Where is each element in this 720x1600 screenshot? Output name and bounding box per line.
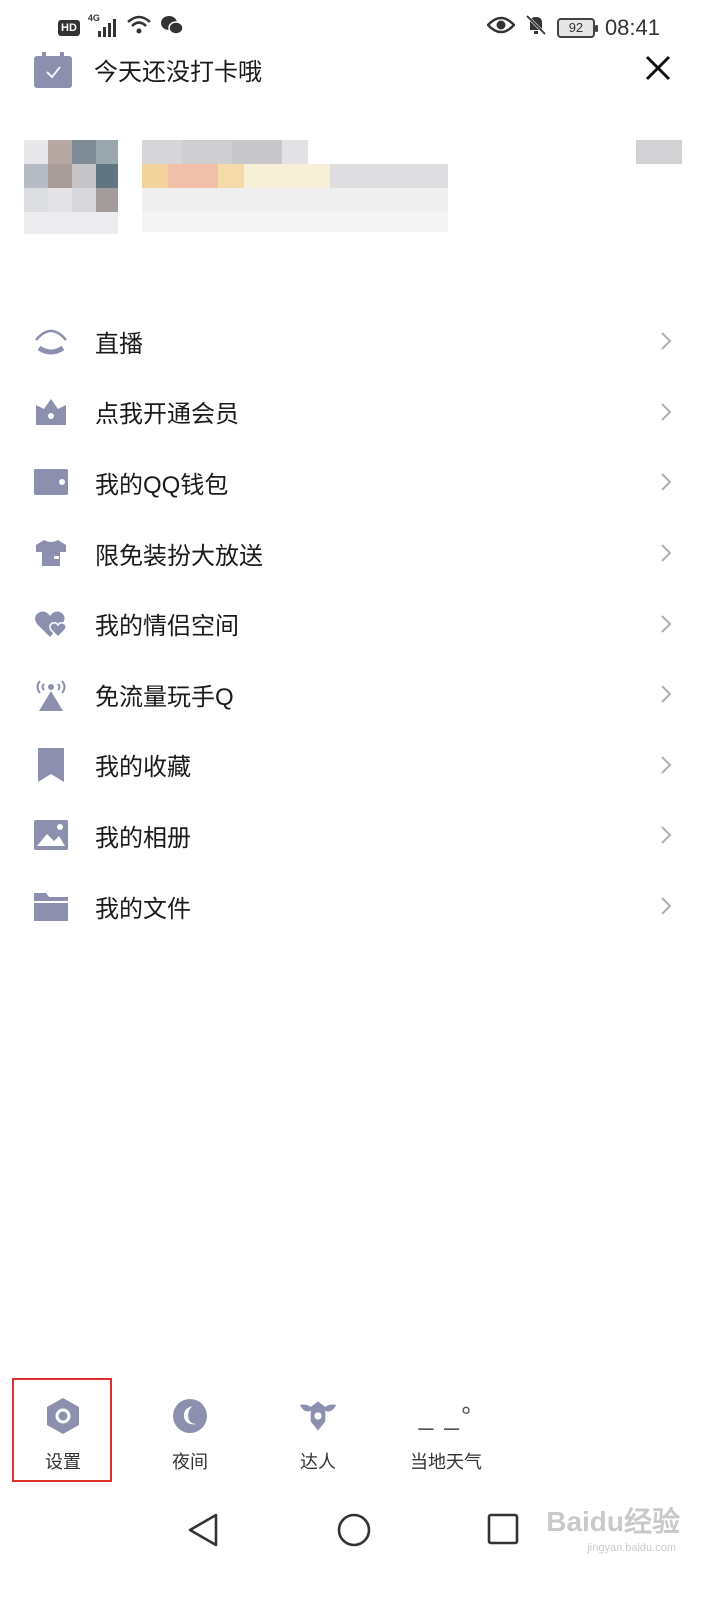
recents-square-icon xyxy=(487,1513,519,1545)
menu-item-label: 我的情侣空间 xyxy=(95,613,239,641)
home-button[interactable] xyxy=(336,1512,372,1553)
recents-button[interactable] xyxy=(486,1512,520,1551)
checkin-text: 今天还没打卡哦 xyxy=(94,59,262,86)
watermark-brand: Baidu经验 xyxy=(546,1506,680,1537)
moon-icon xyxy=(170,1396,210,1436)
close-icon xyxy=(645,55,671,81)
menu-item-label: 免流量玩手Q xyxy=(95,683,234,711)
menu-item-label: 限免装扮大放送 xyxy=(95,542,263,570)
menu-item-files[interactable]: 我的文件 xyxy=(0,871,720,942)
wechat-icon xyxy=(160,14,184,41)
status-right: 92 08:41 xyxy=(486,14,660,41)
chevron-right-icon xyxy=(661,614,672,633)
weather-icon: _ _° xyxy=(416,1396,476,1436)
status-left: HD 4G xyxy=(58,13,184,41)
wifi-icon xyxy=(126,14,152,41)
menu-item-free-data[interactable]: 免流量玩手Q xyxy=(0,659,720,730)
chevron-right-icon xyxy=(661,473,672,492)
chevron-right-icon xyxy=(661,544,672,562)
menu-item-live[interactable]: 直播 xyxy=(0,306,720,377)
chevron-right-icon xyxy=(661,897,672,915)
talent-badge-icon xyxy=(298,1396,338,1436)
clock: 08:41 xyxy=(604,14,660,40)
mute-bell-icon xyxy=(525,14,547,41)
settings-label: 设置 xyxy=(45,1452,81,1472)
home-circle-icon xyxy=(337,1513,371,1547)
menu-item-label: 我的文件 xyxy=(95,895,191,923)
watermark-url: jingyan.baidu.com xyxy=(587,1542,676,1554)
tshirt-icon xyxy=(34,536,68,570)
menu-item-label: 我的收藏 xyxy=(95,754,191,782)
menu-item-membership[interactable]: 点我开通会员 xyxy=(0,377,720,448)
menu-item-wallet[interactable]: 我的QQ钱包 xyxy=(0,447,720,518)
night-mode-label: 夜间 xyxy=(172,1452,208,1472)
menu-item-label: 我的QQ钱包 xyxy=(95,471,229,499)
chevron-right-icon xyxy=(661,756,672,774)
menu-item-album[interactable]: 我的相册 xyxy=(0,800,720,871)
night-mode-button[interactable]: 夜间 xyxy=(140,1378,240,1484)
settings-icon xyxy=(43,1396,83,1436)
settings-button[interactable]: 设置 xyxy=(13,1378,113,1484)
close-button[interactable] xyxy=(638,48,678,88)
network-type-label: 4G xyxy=(87,12,100,23)
profile-card-blurred[interactable] xyxy=(24,138,684,238)
weather-button[interactable]: _ _° 当地天气 xyxy=(396,1378,496,1484)
profile-corner-blurred xyxy=(636,140,682,164)
bookmark-icon xyxy=(34,747,68,782)
menu-item-couple-space[interactable]: 我的情侣空间 xyxy=(0,588,720,659)
calendar-check-icon xyxy=(34,52,72,93)
weather-label: 当地天气 xyxy=(410,1452,482,1472)
menu-item-dressup[interactable]: 限免装扮大放送 xyxy=(0,518,720,589)
menu-item-label: 点我开通会员 xyxy=(95,401,239,429)
weather-value: _ _° xyxy=(418,1400,474,1431)
image-icon xyxy=(34,818,68,852)
menu-item-label: 直播 xyxy=(95,330,143,358)
menu-list: 直播 点我开通会员 我的QQ钱包 限免装扮大放送 我的情侣空间 免流量玩手Q 我… xyxy=(0,306,720,941)
back-triangle-icon xyxy=(188,1513,218,1547)
talent-label: 达人 xyxy=(300,1452,336,1472)
live-icon xyxy=(34,324,68,358)
chevron-right-icon xyxy=(661,332,672,351)
chevron-right-icon xyxy=(661,403,672,421)
bottom-action-bar: 设置 夜间 达人 _ _° 当地天气 xyxy=(0,1378,720,1484)
chevron-right-icon xyxy=(661,685,672,703)
back-button[interactable] xyxy=(186,1512,220,1553)
hd-badge: HD xyxy=(58,19,80,36)
membership-crown-icon xyxy=(34,395,68,429)
signal-icon: 4G xyxy=(88,13,118,39)
eye-icon xyxy=(486,15,516,40)
chevron-right-icon xyxy=(661,826,672,845)
battery-indicator: 92 xyxy=(556,17,598,38)
checkin-row[interactable]: 今天还没打卡哦 xyxy=(34,48,686,88)
wallet-icon xyxy=(34,465,68,499)
hearts-icon xyxy=(34,607,68,641)
talent-button[interactable]: 达人 xyxy=(268,1378,368,1484)
menu-item-favorites[interactable]: 我的收藏 xyxy=(0,730,720,801)
broadcast-tower-icon xyxy=(34,677,68,712)
status-bar: HD 4G 92 08:41 xyxy=(0,0,720,52)
folder-icon xyxy=(34,889,68,923)
menu-item-label: 我的相册 xyxy=(95,824,191,852)
